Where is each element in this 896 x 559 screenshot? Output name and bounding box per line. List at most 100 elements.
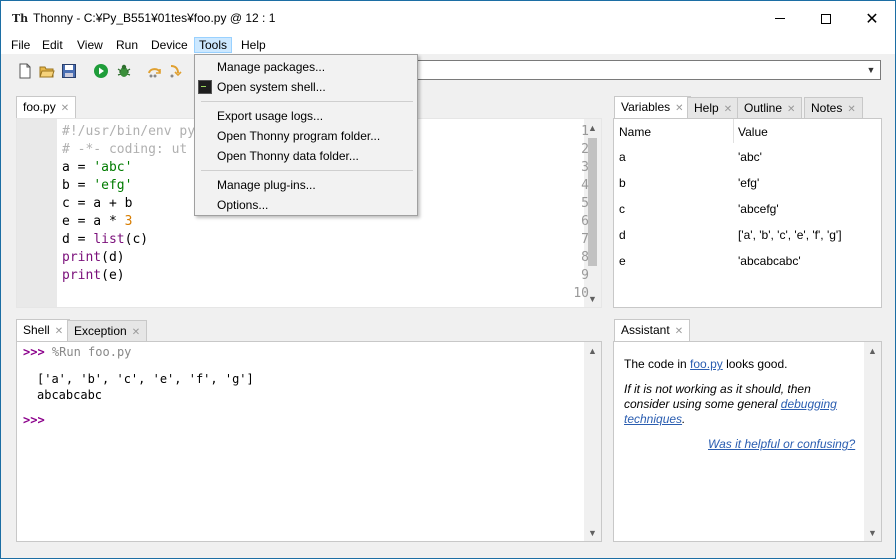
code-token-kw: print [62,250,102,265]
table-row[interactable]: e 'abcabcabc' [614,248,881,274]
close-tab-icon[interactable]: ✕ [132,327,140,338]
tab-label: foo.py [23,100,56,114]
title-bar[interactable]: Th Thonny - C:¥Py_B551¥01tes¥foo.py @ 12… [1,1,895,36]
scroll-down-icon[interactable]: ▼ [864,524,881,541]
variables-table: Name Value a 'abc' b 'efg' c 'abcefg' d ['a'… [613,118,882,308]
close-button[interactable]: ✕ [849,1,895,36]
maximize-button[interactable] [803,1,849,36]
code-line[interactable]: c = a + b [62,196,132,211]
code-line[interactable]: # -*- coding: ut [62,142,187,157]
close-tab-icon[interactable]: ✕ [675,326,683,337]
open-file-icon[interactable] [39,63,55,79]
table-row[interactable]: b 'efg' [614,170,881,196]
close-tab-icon[interactable]: ✕ [787,104,795,115]
menu-run[interactable]: Run [112,37,142,53]
line-number: 1 [581,124,589,139]
scroll-thumb[interactable] [588,138,597,266]
menu-item-manage-packages[interactable]: Manage packages... [217,60,325,74]
code-line[interactable]: b = 'efg' [62,178,132,193]
line-number: 8 [581,250,589,265]
code-line[interactable]: print(e) [62,268,125,283]
step-into-icon[interactable] [168,63,184,79]
debug-icon[interactable] [116,63,132,79]
status-suffix: looks good. [722,357,788,371]
close-tab-icon[interactable]: ✕ [724,104,732,115]
save-icon[interactable] [61,63,77,79]
tab-assistant[interactable]: Assistant ✕ [614,319,691,342]
code-line[interactable]: d = list(c) [62,232,148,247]
close-tab-icon[interactable]: ✕ [847,104,855,115]
menu-separator [201,101,413,102]
menu-item-export-usage-logs[interactable]: Export usage logs... [217,109,323,123]
thonny-window: Th Thonny - C:¥Py_B551¥01tes¥foo.py @ 12… [0,0,896,559]
tab-shell[interactable]: Shell ✕ [16,319,71,342]
menu-item-manage-plugins[interactable]: Manage plug-ins... [217,178,316,192]
var-value: 'efg' [738,176,760,190]
menu-separator [201,170,413,171]
techniques-link[interactable]: techniques [624,412,682,426]
tab-notes[interactable]: Notes ✕ [804,97,863,119]
shell-input-line[interactable]: >>> [23,413,45,427]
header-name[interactable]: Name [619,125,651,139]
code-token-str: 'efg' [93,178,133,193]
new-file-icon[interactable] [17,63,33,79]
code-token-num: 3 [124,214,133,229]
status-prefix: The code in [624,357,691,371]
scroll-up-icon[interactable]: ▲ [584,342,601,359]
tab-help[interactable]: Help ✕ [687,97,740,119]
shell-command: %Run foo.py [51,345,132,359]
close-tab-icon[interactable]: ✕ [61,103,69,114]
menu-item-open-program-folder[interactable]: Open Thonny program folder... [217,129,380,143]
tab-exception[interactable]: Exception ✕ [67,320,148,342]
code-line[interactable]: print(d) [62,250,125,265]
hint-end: . [682,412,686,426]
tab-label: Variables [621,100,671,114]
feedback-link-text[interactable]: Was it helpful or confusing? [708,437,855,451]
line-number: 7 [581,232,589,247]
minimize-icon [775,18,785,19]
assistant-status: The code in foo.py looks good. [624,357,787,372]
menu-edit[interactable]: Edit [38,37,67,53]
menu-item-open-system-shell[interactable]: Open system shell... [217,80,326,94]
step-over-icon[interactable] [147,63,163,79]
table-row[interactable]: d ['a', 'b', 'c', 'e', 'f', 'g'] [614,222,881,248]
scroll-up-icon[interactable]: ▲ [864,342,881,359]
assistant-hint-line2: consider using some general debugging [624,397,837,412]
file-link[interactable]: foo.py [690,357,723,371]
window-title: Thonny - C:¥Py_B551¥01tes¥foo.py @ 12 : … [33,11,275,25]
line-number-gutter [17,119,57,307]
menu-item-options[interactable]: Options... [217,198,268,212]
menu-file[interactable]: File [7,37,34,53]
tab-foo-py[interactable]: foo.py ✕ [16,96,77,119]
code-line[interactable]: #!/usr/bin/env py [62,124,195,139]
line-number: 10 [573,286,589,301]
tab-variables[interactable]: Variables ✕ [614,96,691,119]
menu-device[interactable]: Device [147,37,192,53]
column-separator[interactable] [733,119,734,143]
table-row[interactable]: c 'abcefg' [614,196,881,222]
code-token: e = a * [62,214,125,229]
table-row[interactable]: a 'abc' [614,144,881,170]
shell-console[interactable]: >>> %Run foo.py ['a', 'b', 'c', 'e', 'f'… [16,341,602,542]
tab-outline[interactable]: Outline ✕ [737,97,803,119]
feedback-link[interactable]: Was it helpful or confusing? [708,437,855,452]
shell-output-line: abcabcabc [37,388,103,402]
scroll-down-icon[interactable]: ▼ [584,524,601,541]
menu-view[interactable]: View [73,37,107,53]
run-icon[interactable] [93,63,109,79]
assistant-scrollbar[interactable]: ▲ ▼ [864,342,881,541]
header-value[interactable]: Value [738,125,768,139]
code-line[interactable]: a = 'abc' [62,160,132,175]
shell-scrollbar[interactable]: ▲ ▼ [584,342,601,541]
code-line[interactable]: e = a * 3 [62,214,132,229]
chevron-down-icon[interactable]: ▼ [862,61,880,79]
menu-help[interactable]: Help [237,37,270,53]
line-number: 5 [581,196,589,211]
minimize-button[interactable] [757,1,803,36]
close-tab-icon[interactable]: ✕ [675,103,683,114]
close-tab-icon[interactable]: ✕ [55,326,63,337]
interpreter-combobox[interactable]: ▼ [417,60,881,80]
menu-item-open-data-folder[interactable]: Open Thonny data folder... [217,149,359,163]
menu-tools[interactable]: Tools [194,37,233,53]
debugging-link[interactable]: debugging [781,397,837,411]
